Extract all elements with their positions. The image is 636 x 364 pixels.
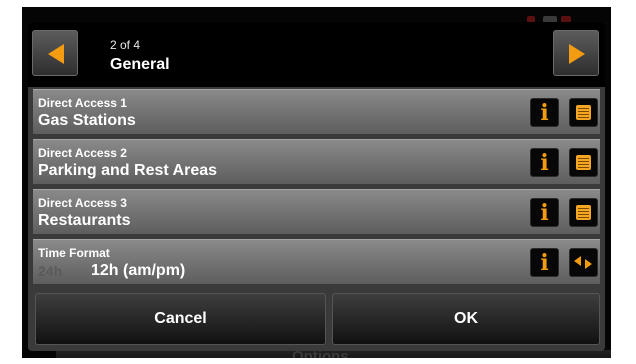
list-icon: [576, 105, 591, 120]
previous-page-button[interactable]: [32, 30, 78, 76]
page-indicator: 2 of 4: [110, 38, 141, 52]
info-icon: i: [540, 150, 549, 176]
info-icon: i: [540, 250, 549, 276]
settings-dialog: 2 of 4 General Direct Access 1 Gas Stati…: [28, 22, 605, 351]
list-button[interactable]: [569, 98, 598, 127]
cancel-button[interactable]: Cancel: [35, 293, 326, 345]
list-button[interactable]: [569, 148, 598, 177]
dialog-header: 2 of 4 General: [28, 22, 605, 87]
setting-label: Direct Access 1: [38, 96, 127, 110]
setting-value: Restaurants: [38, 212, 131, 229]
info-icon: i: [540, 100, 549, 126]
list-icon: [576, 155, 591, 170]
setting-row-direct-access-1[interactable]: Direct Access 1 Gas Stations i: [33, 89, 600, 134]
setting-label: Direct Access 3: [38, 196, 127, 210]
info-button[interactable]: i: [530, 148, 559, 177]
toggle-arrows-icon: [574, 256, 592, 269]
arrow-right-icon: [569, 44, 585, 64]
arrow-left-icon: [48, 44, 64, 64]
next-page-button[interactable]: [553, 30, 599, 76]
setting-label: Time Format: [38, 246, 110, 260]
setting-value: Parking and Rest Areas: [38, 162, 218, 179]
info-button[interactable]: i: [530, 248, 559, 277]
list-button[interactable]: [569, 198, 598, 227]
toggle-button[interactable]: [569, 248, 598, 277]
setting-value: Gas Stations: [38, 112, 136, 129]
list-icon: [576, 205, 591, 220]
setting-row-time-format[interactable]: Time Format 24h 12h (am/pm) i: [33, 239, 600, 284]
page-title: General: [110, 56, 170, 73]
info-icon: i: [540, 200, 549, 226]
setting-label: Direct Access 2: [38, 146, 127, 160]
info-button[interactable]: i: [530, 198, 559, 227]
info-button[interactable]: i: [530, 98, 559, 127]
inactive-option: 24h: [38, 263, 63, 279]
setting-row-direct-access-3[interactable]: Direct Access 3 Restaurants i: [33, 189, 600, 234]
ok-button[interactable]: OK: [332, 293, 600, 345]
setting-row-direct-access-2[interactable]: Direct Access 2 Parking and Rest Areas i: [33, 139, 600, 184]
setting-value: 12h (am/pm): [91, 262, 186, 279]
